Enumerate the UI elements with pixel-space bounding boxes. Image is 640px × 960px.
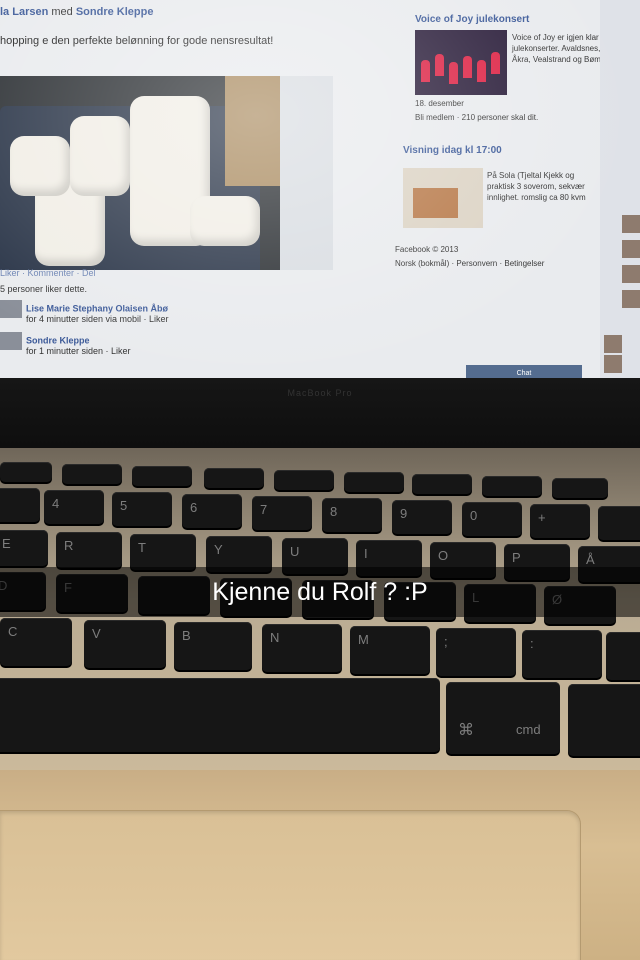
friend-avatars-strip — [600, 0, 640, 385]
snowsuit-shape — [190, 196, 260, 246]
key — [482, 476, 542, 496]
photo: la Larsen med Sondre Kleppe hopping e de… — [0, 0, 640, 960]
space-bar — [0, 678, 440, 752]
post-text: hopping e den perfekte belønning for god… — [0, 35, 274, 47]
key — [344, 472, 404, 492]
laptop-bezel: MacBook Pro — [0, 378, 640, 448]
event-text: På Sola (Tjeltal Kjekk og praktisk 3 sov… — [487, 171, 586, 202]
footer-copyright: Facebook © 2013 — [395, 245, 459, 254]
post-header: la Larsen med Sondre Kleppe — [0, 6, 153, 18]
comment-meta: for 4 minutter siden via mobil · Liker — [26, 314, 169, 324]
onesie-shape — [70, 116, 130, 196]
key — [274, 470, 334, 490]
key — [606, 632, 640, 680]
key-9: 9 — [392, 500, 452, 534]
key — [132, 466, 192, 486]
key-m: M — [350, 626, 430, 674]
key-alt — [568, 684, 640, 756]
caption-text: Kjenne du Rolf ? :P — [212, 578, 428, 606]
key-r: R — [56, 532, 122, 568]
likes-text: 5 personer liker dette. — [0, 284, 88, 294]
key-colon: : — [522, 630, 602, 678]
key — [62, 464, 122, 484]
key-6: 6 — [182, 494, 242, 528]
caption-bar: Kjenne du Rolf ? :P — [0, 567, 640, 617]
model-label: MacBook Pro — [287, 388, 353, 398]
keyboard-deck: 4 5 6 7 8 9 0 + E R T Y U I O P Å D F L … — [0, 448, 640, 788]
footer-links[interactable]: Norsk (bokmål) · Personvern · Betingelse… — [395, 258, 575, 269]
key — [204, 468, 264, 488]
key-v: V — [84, 620, 166, 668]
window-shape — [280, 76, 333, 270]
key-4: 4 — [44, 490, 104, 524]
key — [552, 478, 608, 498]
key-5: 5 — [112, 492, 172, 526]
key-semicolon: ; — [436, 628, 516, 676]
key — [0, 488, 40, 522]
comment-meta: for 1 minutter siden · Liker — [26, 346, 131, 356]
event-stats[interactable]: Bli medlem · 210 personer skal dit. — [415, 112, 538, 123]
key-c: C — [0, 618, 72, 666]
comment: Lise Marie Stephany Olaisen Åbø for 4 mi… — [0, 300, 169, 324]
key-cmd: ⌘ cmd — [446, 682, 560, 754]
post-actions[interactable]: Liker · Kommenter · Del — [0, 268, 96, 278]
house-image — [403, 168, 483, 228]
cmd-icon: ⌘ — [458, 722, 474, 739]
laptop-screen: la Larsen med Sondre Kleppe hopping e de… — [0, 0, 640, 385]
key — [412, 474, 472, 494]
concert-image — [415, 30, 507, 95]
key-e: E — [0, 530, 48, 566]
event-title[interactable]: Visning idag kl 17:00 — [403, 145, 502, 156]
post-author: la Larsen — [0, 6, 49, 18]
key — [598, 506, 640, 540]
trackpad — [0, 810, 581, 960]
key-7: 7 — [252, 496, 312, 530]
comment-author[interactable]: Sondre Kleppe — [26, 335, 90, 345]
key-0: 0 — [462, 502, 522, 536]
key — [0, 462, 52, 482]
avatar — [0, 300, 22, 318]
avatar — [0, 332, 22, 350]
event-text: Voice of Joy er igjen klar for julekonse… — [512, 33, 611, 64]
post-tagged-name: Sondre Kleppe — [75, 6, 154, 18]
key-8: 8 — [322, 498, 382, 532]
likes-line: 5 personer liker dette. — [0, 284, 87, 294]
key-n: N — [262, 624, 342, 672]
event-date: 18. desember — [415, 99, 464, 108]
key-b: B — [174, 622, 252, 670]
comment: Sondre Kleppe for 1 minutter siden · Lik… — [0, 332, 131, 356]
key-plus: + — [530, 504, 590, 538]
key-t: T — [130, 534, 196, 570]
comment-author[interactable]: Lise Marie Stephany Olaisen Åbø — [26, 303, 168, 313]
post-photo-baby-clothes — [0, 76, 333, 270]
event-title[interactable]: Voice of Joy julekonsert — [415, 14, 529, 25]
onesie-shape — [10, 136, 70, 196]
post-with-word: med — [51, 6, 73, 18]
